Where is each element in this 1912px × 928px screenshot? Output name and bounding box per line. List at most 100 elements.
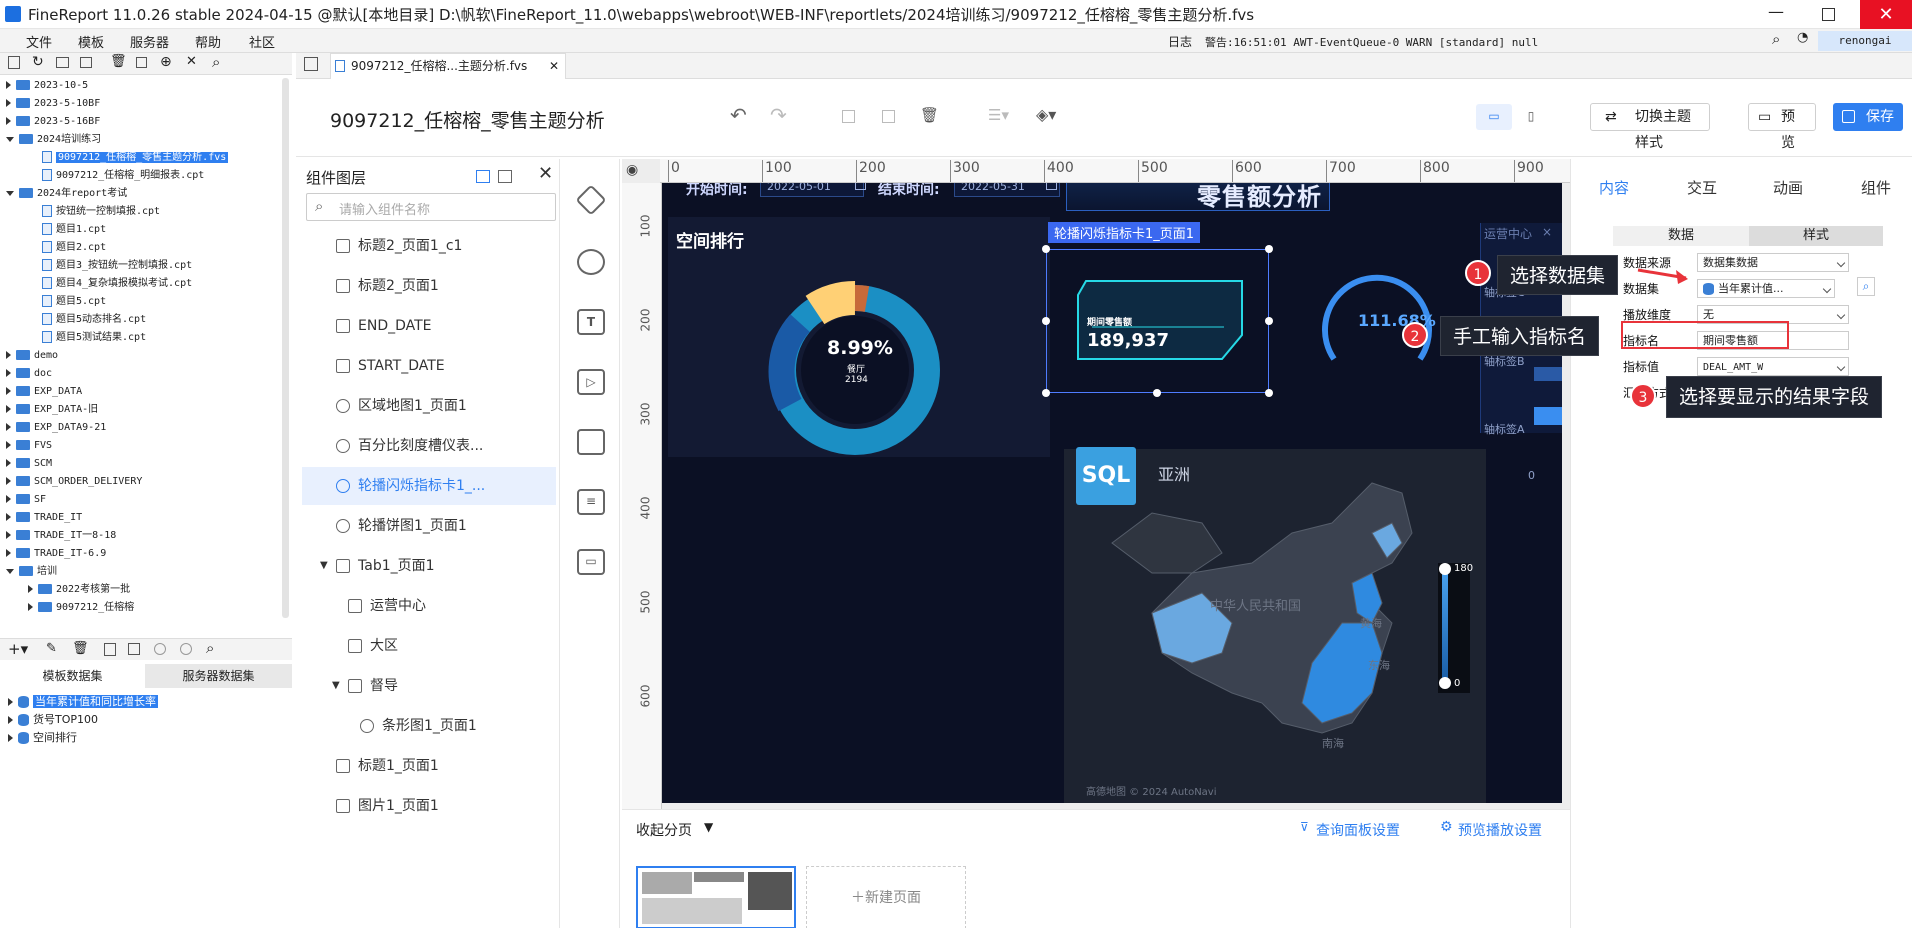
layer-item[interactable]: 百分比刻度槽仪表... (302, 427, 556, 465)
close-window-button[interactable]: ✕ (1860, 0, 1912, 29)
tree-item[interactable]: 2023-10-5 (6, 76, 88, 93)
user-badge[interactable]: renongai (1818, 31, 1912, 51)
menu-template[interactable]: 模板 (78, 32, 104, 51)
tree-item[interactable]: doc (6, 364, 52, 381)
preview-play-settings[interactable]: 预览播放设置 (1458, 820, 1542, 840)
property-select[interactable]: 数据集数据 (1697, 253, 1849, 272)
layer-item[interactable]: 图片1_页面1 (302, 787, 556, 825)
delete-icon[interactable]: 🗑 (72, 641, 89, 656)
lock-icon[interactable] (80, 57, 92, 68)
expand-arrow-icon[interactable] (6, 568, 14, 574)
end-date-input[interactable]: 2022-05-31 (954, 183, 1060, 197)
page-thumbnail[interactable] (636, 866, 796, 928)
tree-item[interactable]: EXP_DATA (6, 382, 82, 399)
menu-file[interactable]: 文件 (26, 32, 52, 51)
tab-component[interactable]: 组件 (1861, 177, 1891, 198)
menu-community[interactable]: 社区 (249, 32, 275, 51)
pc-view-toggle[interactable]: ▭ (1476, 104, 1512, 130)
save-button[interactable]: 保存 (1833, 103, 1903, 131)
expand-arrow-icon[interactable] (28, 585, 33, 593)
expand-arrow-icon[interactable]: ▼ (320, 547, 328, 585)
table-widget-icon[interactable]: ≡ (577, 489, 605, 515)
tab-menu-icon[interactable] (304, 57, 318, 71)
tree-item[interactable]: 题目5测试结果.cpt (42, 328, 146, 345)
tab-server-dataset[interactable]: 服务器数据集 (145, 664, 292, 688)
tree-item[interactable]: TRADE_IT一8-18 (6, 526, 116, 543)
tree-item[interactable]: 9097212_任榕榕_明细报表.cpt (42, 166, 204, 183)
search-icon[interactable]: ⌕ (212, 53, 220, 71)
edit-icon[interactable]: ✎ (46, 641, 57, 656)
tree-item[interactable]: SF (6, 490, 46, 507)
expand-arrow-icon[interactable] (6, 81, 11, 89)
dataset-item[interactable]: 当年累计值和同比增长率 (8, 693, 158, 710)
handle[interactable] (1042, 389, 1050, 397)
handle[interactable] (1153, 389, 1161, 397)
preview-button[interactable]: ▭ 预览 (1748, 103, 1816, 151)
tree-item[interactable]: 2023-5-10BF (6, 94, 100, 111)
start-date-input[interactable]: 2022-05-01 (760, 183, 864, 197)
dataset-item[interactable]: 空间排行 (8, 729, 77, 746)
tree-item[interactable]: TRADE_IT-6.9 (6, 544, 106, 561)
tree-item[interactable]: EXP_DATA9-21 (6, 418, 106, 435)
tree-item[interactable]: SCM (6, 454, 52, 471)
menu-server[interactable]: 服务器 (130, 32, 169, 51)
expand-arrow-icon[interactable] (6, 459, 11, 467)
tab-label[interactable]: 运营中心 (1484, 225, 1532, 242)
cube-icon[interactable] (575, 184, 607, 216)
tree-item[interactable]: 题目5动态排名.cpt (42, 310, 146, 327)
menu-help[interactable]: 帮助 (195, 32, 221, 51)
field-icon[interactable] (128, 643, 140, 655)
tree-item[interactable]: 2024培训练习 (6, 130, 101, 147)
dataset-search-icon[interactable]: ⌕ (1857, 277, 1875, 296)
expand-arrow-icon[interactable] (6, 405, 11, 413)
layer-item[interactable]: 轮播饼图1_页面1 (302, 507, 556, 545)
align-icon[interactable]: ☰▾ (988, 106, 1009, 124)
expand-arrow-icon[interactable] (6, 441, 11, 449)
dataset-item[interactable]: 货号TOP100 (8, 711, 98, 728)
copy-icon[interactable] (136, 57, 147, 68)
paste-icon[interactable] (882, 110, 895, 123)
close-panel-icon[interactable]: ✕ (538, 163, 553, 184)
chevron-down-icon[interactable] (1836, 362, 1846, 372)
expand-arrow-icon[interactable] (6, 99, 11, 107)
log-button[interactable]: 日志 (1168, 33, 1192, 50)
layer-item[interactable]: 条形图1_页面1 (302, 707, 556, 745)
maximize-icon[interactable] (1822, 8, 1835, 21)
switch-theme-button[interactable]: ⇄ 切换主题样式 (1590, 103, 1710, 151)
eye-icon[interactable]: ◉ (626, 162, 638, 178)
copy-icon[interactable] (842, 110, 855, 123)
expand-arrow-icon[interactable] (6, 387, 11, 395)
search-icon[interactable]: ⌕ (1772, 30, 1780, 48)
expand-arrow-icon[interactable] (6, 495, 11, 503)
handle[interactable] (1265, 389, 1273, 397)
search-icon[interactable]: ⌕ (206, 639, 214, 657)
query-panel-settings[interactable]: 查询面板设置 (1316, 820, 1400, 840)
tree-item[interactable]: TRADE_IT (6, 508, 82, 525)
undo-icon[interactable]: ↶ (730, 103, 747, 127)
legend-handle-top[interactable] (1439, 563, 1451, 575)
tree-item[interactable]: 9097212_任榕榕_零售主题分析.fvs (42, 148, 229, 165)
tree-item[interactable]: 2024年report考试 (6, 184, 127, 201)
handle[interactable] (1042, 317, 1050, 325)
refresh-icon[interactable]: ↻ (32, 54, 44, 70)
bell-icon[interactable]: ◔ (1797, 30, 1808, 45)
tree-item[interactable]: 题目2.cpt (42, 238, 106, 255)
layer-item[interactable]: 大区 (302, 627, 556, 665)
tab-widget-icon[interactable] (577, 429, 605, 455)
calendar-icon[interactable] (855, 183, 866, 190)
tree-item[interactable]: 2023-5-16BF (6, 112, 100, 129)
mobile-view-toggle[interactable]: ▯ (1516, 104, 1546, 130)
expand-arrow-icon[interactable] (6, 351, 11, 359)
new-page-button[interactable]: ＋新建页面 (806, 866, 966, 928)
layer-item[interactable]: 区域地图1_页面1 (302, 387, 556, 425)
layer-order-icon[interactable]: ◈▾ (1036, 105, 1056, 124)
cache-icon[interactable] (180, 643, 192, 655)
tree-item[interactable]: 按钮统一控制填报.cpt (42, 202, 160, 219)
text-widget-icon[interactable]: T (577, 309, 605, 335)
add-dataset-icon[interactable]: +▾ (8, 640, 28, 658)
expand-arrow-icon[interactable] (6, 369, 11, 377)
expand-arrow-icon[interactable] (8, 734, 13, 742)
legend-handle-bottom[interactable] (1439, 677, 1451, 689)
layer-search-input[interactable]: ⌕ 请输入组件名称 (306, 193, 556, 221)
expand-arrow-icon[interactable] (8, 698, 13, 706)
